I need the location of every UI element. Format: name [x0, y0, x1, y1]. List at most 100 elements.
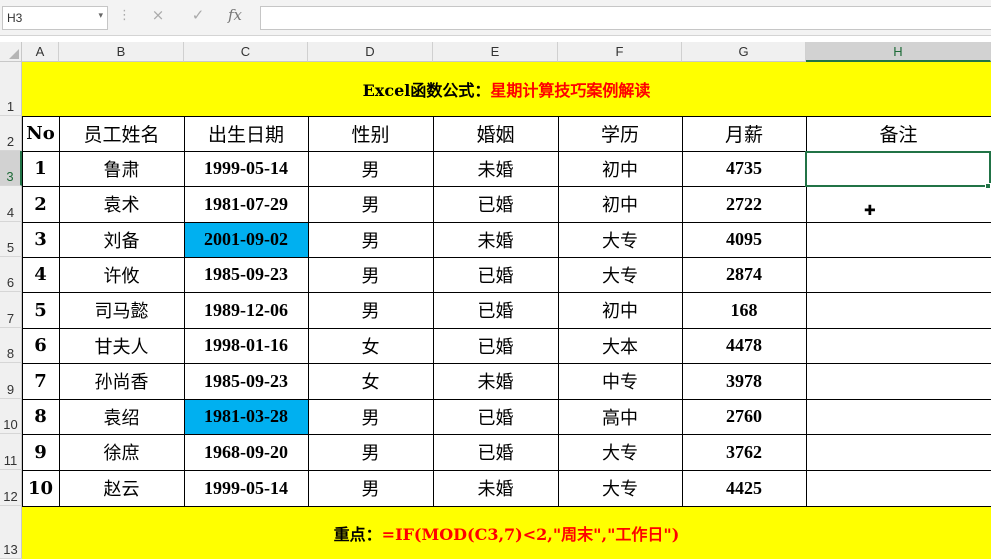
cell-e3[interactable]: 未婚 — [433, 151, 558, 186]
cell-d12[interactable]: 男 — [308, 470, 433, 506]
cell-h9[interactable] — [806, 363, 991, 399]
cell-b4[interactable]: 袁术 — [59, 186, 184, 222]
header-cell-a[interactable]: No — [22, 116, 59, 151]
cell-g6[interactable]: 2874 — [682, 257, 806, 292]
cell-h12[interactable] — [806, 470, 991, 506]
row-header-8[interactable]: 8 — [0, 328, 22, 363]
row-header-10[interactable]: 10 — [0, 399, 22, 434]
cell-c10[interactable]: 1981-03-28 — [184, 399, 308, 434]
cell-c6[interactable]: 1985-09-23 — [184, 257, 308, 292]
cell-e10[interactable]: 已婚 — [433, 399, 558, 434]
column-header-d[interactable]: D — [308, 42, 433, 62]
cell-h11[interactable] — [806, 434, 991, 470]
cell-c12[interactable]: 1999-05-14 — [184, 470, 308, 506]
cell-g10[interactable]: 2760 — [682, 399, 806, 434]
cell-h8[interactable] — [806, 328, 991, 363]
column-header-g[interactable]: G — [682, 42, 806, 62]
row-header-3[interactable]: 3 — [0, 151, 22, 186]
header-cell-f[interactable]: 学历 — [558, 116, 682, 151]
cell-a6[interactable]: 4 — [22, 257, 59, 292]
row-header-12[interactable]: 12 — [0, 470, 22, 506]
cell-c4[interactable]: 1981-07-29 — [184, 186, 308, 222]
row-header-6[interactable]: 6 — [0, 257, 22, 292]
cell-g11[interactable]: 3762 — [682, 434, 806, 470]
cell-f6[interactable]: 大专 — [558, 257, 682, 292]
cell-g9[interactable]: 3978 — [682, 363, 806, 399]
cell-c5[interactable]: 2001-09-02 — [184, 222, 308, 257]
cell-f8[interactable]: 大本 — [558, 328, 682, 363]
cell-g4[interactable]: 2722 — [682, 186, 806, 222]
cell-h5[interactable] — [806, 222, 991, 257]
cell-b8[interactable]: 甘夫人 — [59, 328, 184, 363]
cell-c3[interactable]: 1999-05-14 — [184, 151, 308, 186]
column-header-f[interactable]: F — [558, 42, 682, 62]
confirm-icon[interactable]: ✓ — [186, 6, 210, 24]
cell-f9[interactable]: 中专 — [558, 363, 682, 399]
cell-h10[interactable] — [806, 399, 991, 434]
cell-d8[interactable]: 女 — [308, 328, 433, 363]
name-box[interactable]: H3 ▾ — [2, 6, 108, 30]
column-header-b[interactable]: B — [59, 42, 184, 62]
cell-b10[interactable]: 袁绍 — [59, 399, 184, 434]
select-all-corner[interactable] — [0, 42, 22, 62]
active-cell-selection[interactable] — [805, 151, 991, 187]
cell-f12[interactable]: 大专 — [558, 470, 682, 506]
cancel-icon[interactable]: × — [146, 6, 170, 24]
cell-d4[interactable]: 男 — [308, 186, 433, 222]
cell-f3[interactable]: 初中 — [558, 151, 682, 186]
cell-f11[interactable]: 大专 — [558, 434, 682, 470]
cell-b12[interactable]: 赵云 — [59, 470, 184, 506]
cell-e6[interactable]: 已婚 — [433, 257, 558, 292]
header-cell-h[interactable]: 备注 — [806, 116, 991, 151]
cell-f10[interactable]: 高中 — [558, 399, 682, 434]
row-header-4[interactable]: 4 — [0, 186, 22, 222]
row-header-7[interactable]: 7 — [0, 292, 22, 328]
cell-a10[interactable]: 8 — [22, 399, 59, 434]
row-header-9[interactable]: 9 — [0, 363, 22, 399]
cell-d11[interactable]: 男 — [308, 434, 433, 470]
cell-c11[interactable]: 1968-09-20 — [184, 434, 308, 470]
cell-b3[interactable]: 鲁肃 — [59, 151, 184, 186]
cell-e8[interactable]: 已婚 — [433, 328, 558, 363]
row-header-2[interactable]: 2 — [0, 116, 22, 151]
cell-d7[interactable]: 男 — [308, 292, 433, 328]
column-header-e[interactable]: E — [433, 42, 558, 62]
cell-e9[interactable]: 未婚 — [433, 363, 558, 399]
cell-g5[interactable]: 4095 — [682, 222, 806, 257]
cell-c9[interactable]: 1985-09-23 — [184, 363, 308, 399]
header-cell-d[interactable]: 性别 — [308, 116, 433, 151]
cell-d10[interactable]: 男 — [308, 399, 433, 434]
cell-h6[interactable] — [806, 257, 991, 292]
footer-banner[interactable]: 重点： =IF(MOD(C3,7)<2,"周末","工作日") — [22, 506, 991, 559]
cell-h4[interactable] — [806, 186, 991, 222]
cell-a12[interactable]: 10 — [22, 470, 59, 506]
cell-b11[interactable]: 徐庶 — [59, 434, 184, 470]
cell-a8[interactable]: 6 — [22, 328, 59, 363]
cell-b6[interactable]: 许攸 — [59, 257, 184, 292]
header-cell-e[interactable]: 婚姻 — [433, 116, 558, 151]
column-header-a[interactable]: A — [22, 42, 59, 62]
cell-a3[interactable]: 1 — [22, 151, 59, 186]
row-header-11[interactable]: 11 — [0, 434, 22, 470]
cell-e7[interactable]: 已婚 — [433, 292, 558, 328]
cell-c7[interactable]: 1989-12-06 — [184, 292, 308, 328]
column-header-h[interactable]: H — [806, 42, 991, 62]
cell-f4[interactable]: 初中 — [558, 186, 682, 222]
cell-f5[interactable]: 大专 — [558, 222, 682, 257]
header-cell-g[interactable]: 月薪 — [682, 116, 806, 151]
cell-h7[interactable] — [806, 292, 991, 328]
cell-g12[interactable]: 4425 — [682, 470, 806, 506]
cell-d3[interactable]: 男 — [308, 151, 433, 186]
row-header-1[interactable]: 1 — [0, 62, 22, 116]
cell-e5[interactable]: 未婚 — [433, 222, 558, 257]
formula-input[interactable] — [260, 6, 991, 30]
cell-c8[interactable]: 1998-01-16 — [184, 328, 308, 363]
cell-g7[interactable]: 168 — [682, 292, 806, 328]
cell-a11[interactable]: 9 — [22, 434, 59, 470]
cell-f7[interactable]: 初中 — [558, 292, 682, 328]
cell-e4[interactable]: 已婚 — [433, 186, 558, 222]
row-header-5[interactable]: 5 — [0, 222, 22, 257]
cell-a4[interactable]: 2 — [22, 186, 59, 222]
cell-b9[interactable]: 孙尚香 — [59, 363, 184, 399]
cell-a9[interactable]: 7 — [22, 363, 59, 399]
